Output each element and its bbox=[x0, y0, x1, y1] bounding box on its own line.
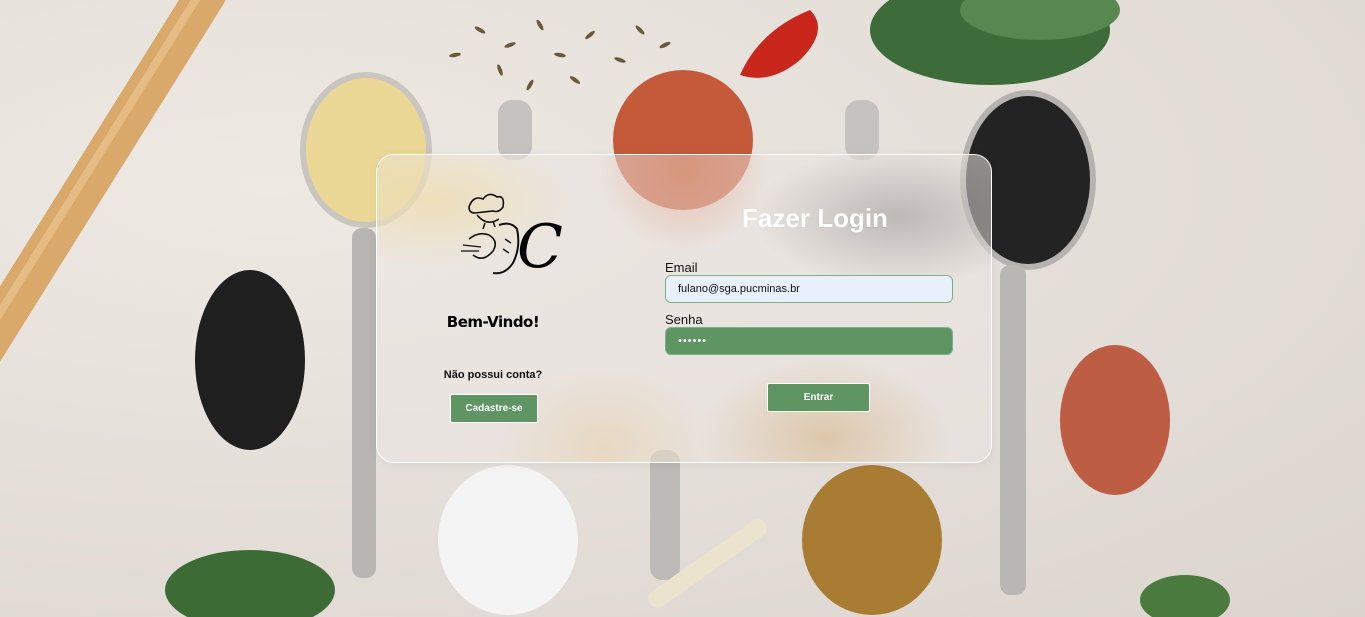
parsley bbox=[165, 550, 335, 617]
curry-powder bbox=[802, 465, 942, 615]
email-label: Email bbox=[665, 260, 698, 275]
welcome-pane: C Bem-Vindo! Não possui conta? Cadastre-… bbox=[377, 155, 609, 462]
svg-text:C: C bbox=[517, 212, 563, 282]
cumin-seeds bbox=[449, 19, 671, 91]
chili-flakes bbox=[1060, 345, 1170, 495]
chili-pepper bbox=[740, 10, 818, 78]
welcome-heading: Bem-Vindo! bbox=[446, 313, 540, 331]
salt-spoon bbox=[438, 465, 578, 615]
password-label: Senha bbox=[665, 312, 703, 327]
register-button[interactable]: Cadastre-se bbox=[450, 394, 538, 423]
login-button[interactable]: Entrar bbox=[767, 383, 870, 412]
black-sesame-pile bbox=[195, 270, 305, 450]
page-title: Fazer Login bbox=[742, 203, 888, 233]
email-field[interactable] bbox=[665, 275, 953, 303]
password-field[interactable] bbox=[665, 327, 953, 355]
chef-logo-icon: C bbox=[461, 193, 563, 282]
no-account-text: Não possui conta? bbox=[443, 369, 543, 381]
login-card: C Bem-Vindo! Não possui conta? Cadastre-… bbox=[376, 154, 992, 463]
